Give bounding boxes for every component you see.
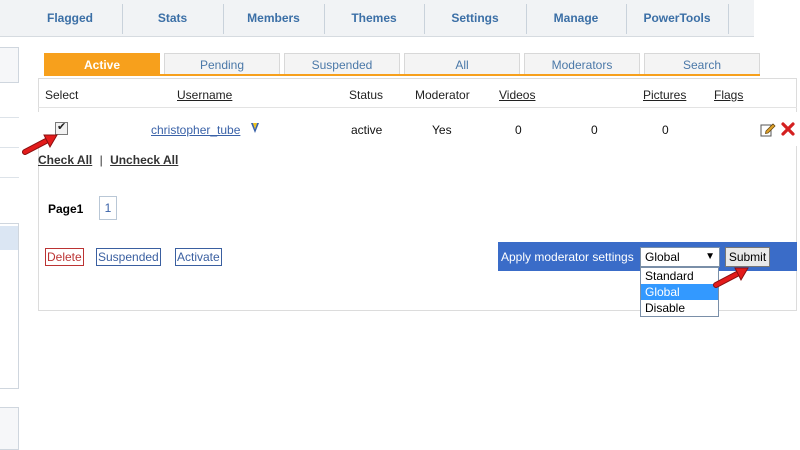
moderator-settings-dropdown: Standard Global Disable	[640, 267, 719, 317]
top-nav: Flagged Stats Members Themes Settings Ma…	[0, 0, 754, 37]
nav-members[interactable]: Members	[223, 0, 324, 37]
header-divider	[38, 107, 797, 108]
row-col5: 0	[591, 123, 598, 137]
delete-button[interactable]: Delete	[45, 248, 84, 266]
activate-button[interactable]: Activate	[175, 248, 222, 266]
header-select: Select	[45, 88, 79, 102]
page-number-button[interactable]: 1	[99, 196, 117, 220]
pointer-arrow-icon	[22, 134, 58, 155]
app-root: Flagged Stats Members Themes Settings Ma…	[0, 0, 800, 450]
nav-themes[interactable]: Themes	[324, 0, 424, 37]
moderator-badge-icon	[251, 123, 259, 133]
header-status: Status	[349, 88, 384, 102]
tab-all[interactable]: All	[404, 53, 520, 75]
nav-powertools[interactable]: PowerTools	[626, 0, 728, 37]
row-username[interactable]: christopher_tube	[151, 123, 240, 137]
check-all-bar: Check All | Uncheck All	[38, 153, 178, 167]
row-videos: 0	[515, 123, 522, 137]
tab-underline	[44, 74, 760, 76]
header-username[interactable]: Username	[177, 88, 232, 102]
sidebar-panel	[0, 223, 19, 389]
row-status: active	[351, 123, 383, 137]
nav-flagged[interactable]: Flagged	[18, 0, 122, 37]
edit-icon[interactable]	[760, 121, 776, 137]
sidebar-block	[0, 47, 19, 83]
delete-icon[interactable]	[780, 121, 796, 137]
row-moderator: Yes	[432, 123, 452, 137]
row-pictures: 0	[662, 123, 669, 137]
left-sidebar	[0, 45, 19, 450]
tab-suspended[interactable]: Suspended	[284, 53, 400, 75]
check-separator: |	[99, 153, 103, 167]
header-videos[interactable]: Videos	[499, 88, 535, 102]
header-flags[interactable]: Flags	[714, 88, 743, 102]
pointer-arrow-icon	[713, 267, 749, 288]
chevron-down-icon: ▼	[705, 251, 715, 262]
check-all-link[interactable]: Check All	[38, 153, 92, 167]
option-global[interactable]: Global	[641, 284, 718, 300]
header-pictures[interactable]: Pictures	[643, 88, 686, 102]
select-value: Global	[645, 250, 680, 264]
sidebar-block-bottom	[0, 407, 19, 450]
tab-moderators[interactable]: Moderators	[524, 53, 640, 75]
suspended-button[interactable]: Suspended	[96, 248, 161, 266]
submit-button[interactable]: Submit	[725, 247, 770, 267]
moderator-settings-select[interactable]: Global ▼	[640, 247, 720, 267]
option-disable[interactable]: Disable	[641, 300, 718, 316]
uncheck-all-link[interactable]: Uncheck All	[110, 153, 178, 167]
nav-settings[interactable]: Settings	[424, 0, 526, 37]
page-label: Page1	[48, 202, 84, 216]
nav-stats[interactable]: Stats	[122, 0, 223, 37]
option-standard[interactable]: Standard	[641, 268, 718, 284]
nav-manage[interactable]: Manage	[526, 0, 626, 37]
tab-search[interactable]: Search	[644, 53, 760, 75]
tab-active[interactable]: Active	[44, 53, 160, 75]
moderator-settings-label: Apply moderator settings	[501, 250, 634, 264]
header-moderator: Moderator	[415, 88, 470, 102]
tab-pending[interactable]: Pending	[164, 53, 280, 75]
